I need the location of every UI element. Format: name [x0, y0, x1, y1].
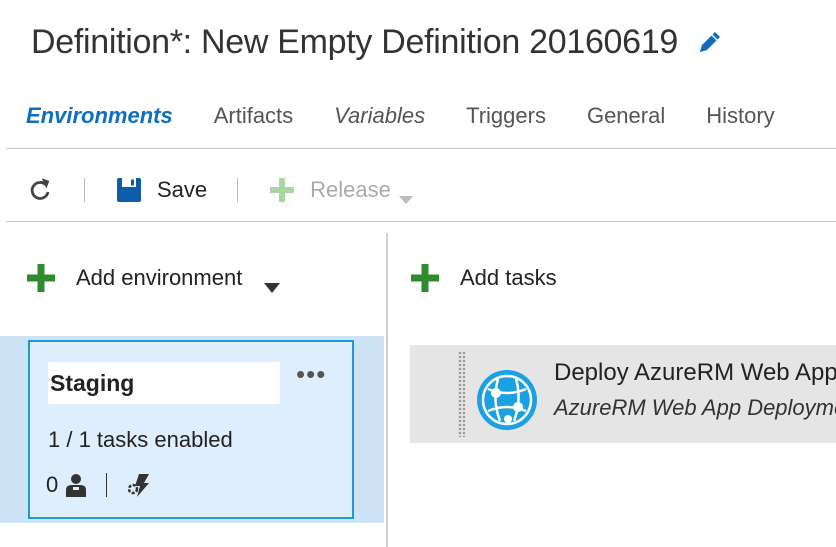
pencil-icon[interactable] — [696, 28, 724, 56]
tasks-pane: Add tasks Deploy AzureRM Web App AzureRM… — [388, 233, 836, 547]
save-icon — [115, 176, 143, 204]
environment-status-row: 0 — [46, 472, 150, 498]
toolbar-separator — [237, 178, 239, 202]
chevron-down-icon — [398, 185, 413, 204]
add-tasks-label: Add tasks — [460, 265, 557, 290]
environment-card[interactable]: Staging ••• 1 / 1 tasks enabled 0 — [28, 340, 354, 519]
environment-name: Staging — [50, 369, 135, 396]
page-title: Definition*: New Empty Definition 201606… — [31, 22, 678, 61]
definition-tabs: Environments Artifacts Variables Trigger… — [26, 98, 816, 134]
task-title: Deploy AzureRM Web App — [554, 359, 836, 386]
save-label: Save — [157, 177, 208, 202]
task-subtitle: AzureRM Web App Deployment — [554, 395, 836, 420]
toolbar: Save Release — [26, 168, 413, 212]
plus-icon — [26, 263, 56, 293]
tab-environments[interactable]: Environments — [26, 103, 173, 129]
definition-header: Definition*: New Empty Definition 201606… — [31, 18, 724, 66]
tab-artifacts[interactable]: Artifacts — [214, 103, 293, 129]
release-label: Release — [310, 177, 391, 202]
azure-web-app-icon — [474, 367, 540, 433]
tab-triggers[interactable]: Triggers — [466, 103, 546, 129]
tasks-enabled-text: 1 / 1 tasks enabled — [48, 427, 233, 452]
status-separator — [106, 473, 108, 497]
add-tasks-button[interactable]: Add tasks — [410, 263, 557, 293]
refresh-button[interactable] — [26, 176, 54, 204]
task-item[interactable]: Deploy AzureRM Web App AzureRM Web App D… — [410, 345, 836, 443]
approver-icon[interactable] — [64, 472, 88, 498]
release-button[interactable]: Release — [268, 176, 413, 204]
plus-icon — [410, 263, 440, 293]
drag-handle[interactable] — [458, 351, 466, 437]
tab-general[interactable]: General — [587, 103, 665, 129]
environment-name-field[interactable]: Staging — [48, 362, 280, 404]
save-button[interactable]: Save — [115, 176, 207, 204]
more-options-button[interactable]: ••• — [296, 361, 326, 387]
add-environment-label: Add environment — [76, 265, 243, 290]
deployment-trigger-icon[interactable] — [125, 472, 150, 498]
chevron-down-icon[interactable] — [264, 273, 281, 293]
toolbar-separator — [84, 178, 85, 202]
add-environment-button[interactable]: Add environment — [26, 263, 281, 293]
environments-pane: Add environment Staging ••• 1 / 1 tasks … — [0, 233, 386, 547]
approvers-count: 0 — [46, 472, 59, 497]
tabs-divider — [6, 148, 836, 149]
refresh-icon — [26, 176, 54, 204]
plus-icon — [268, 176, 296, 204]
tab-history[interactable]: History — [706, 103, 774, 129]
toolbar-divider — [6, 221, 836, 222]
tab-variables[interactable]: Variables — [334, 103, 425, 129]
